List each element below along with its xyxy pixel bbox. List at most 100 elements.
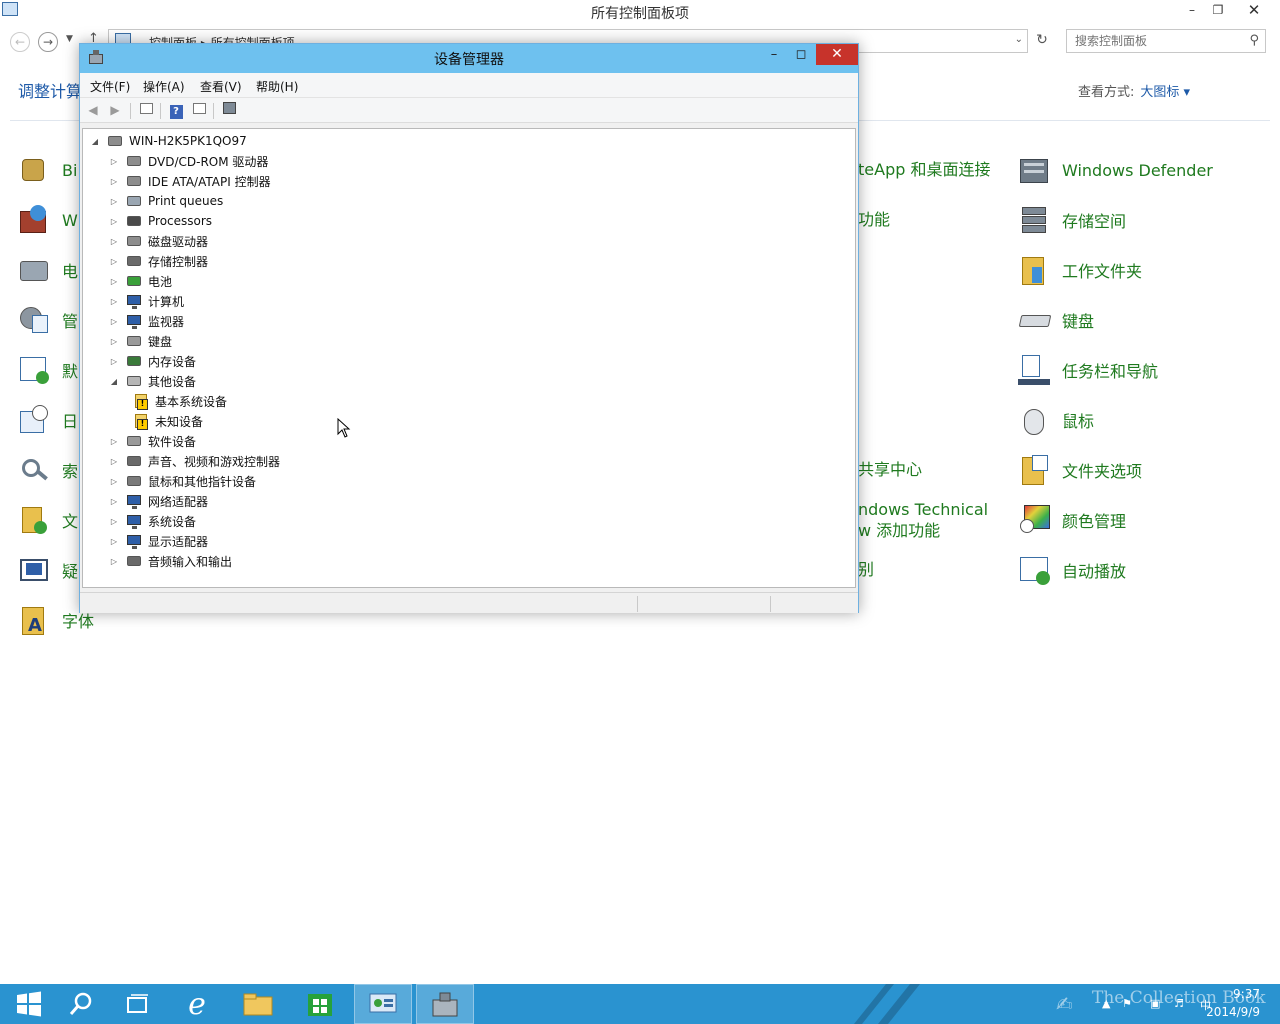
search-input[interactable] bbox=[1067, 30, 1237, 52]
cp-item-bitlocker[interactable]: Bi bbox=[18, 150, 77, 190]
expand-toggle-icon[interactable]: ▷ bbox=[108, 497, 120, 506]
tree-category-node[interactable]: ▷ 系统设备 bbox=[108, 511, 196, 531]
cp-item-mouse[interactable]: 鼠标 bbox=[1018, 400, 1094, 440]
cp-item-default-programs[interactable]: 默 bbox=[18, 350, 78, 390]
back-button[interactable]: ← bbox=[10, 32, 30, 52]
forward-button[interactable]: → bbox=[38, 32, 58, 52]
tree-category-node[interactable]: ▷ 监视器 bbox=[108, 311, 184, 331]
tree-category-node[interactable]: ▷ Print queues bbox=[108, 191, 223, 211]
cp-item-windows-technical-preview[interactable]: ndows Technical bbox=[858, 500, 988, 520]
expand-toggle-icon[interactable]: ▷ bbox=[108, 297, 120, 306]
tree-child-node[interactable]: 基本系统设备 bbox=[127, 391, 227, 411]
store-icon[interactable] bbox=[291, 984, 349, 1024]
tree-root[interactable]: ◢ WIN-H2K5PK1QO97 bbox=[89, 131, 247, 151]
menu-help[interactable]: 帮助(H) bbox=[256, 78, 298, 95]
expand-toggle-icon[interactable]: ▷ bbox=[108, 277, 120, 286]
view-by-dropdown[interactable]: 大图标 ▾ bbox=[1140, 85, 1190, 100]
cp-item-storage-spaces[interactable]: 存储空间 bbox=[1018, 200, 1126, 240]
expand-toggle-icon[interactable]: ▷ bbox=[108, 557, 120, 566]
cp-item-keyboard[interactable]: 键盘 bbox=[1018, 300, 1094, 340]
device-manager-window[interactable]: 设备管理器 – ◻ ✕ 文件(F) 操作(A) 查看(V) 帮助(H) ◀ ▶ … bbox=[79, 43, 859, 613]
cp-item-network-sharing[interactable]: 共享中心 bbox=[858, 460, 922, 480]
tree-child-node[interactable]: 未知设备 bbox=[127, 411, 203, 431]
cp-item-troubleshooting[interactable]: 疑 bbox=[18, 550, 78, 590]
show-hide-console-tree-icon[interactable] bbox=[137, 102, 155, 119]
dm-maximize-button[interactable]: ◻ bbox=[788, 46, 814, 66]
cp-item-admin-tools[interactable]: 管 bbox=[18, 300, 78, 340]
menu-file[interactable]: 文件(F) bbox=[90, 78, 130, 95]
expand-toggle-icon[interactable]: ◢ bbox=[89, 137, 101, 146]
cp-item-autoplay[interactable]: 自动播放 bbox=[1018, 550, 1126, 590]
refresh-button[interactable]: ↻ bbox=[1030, 29, 1054, 53]
tree-category-node[interactable]: ▷ Processors bbox=[108, 211, 212, 231]
minimize-button[interactable]: – bbox=[1178, 0, 1206, 20]
tree-category-node[interactable]: ▷ 鼠标和其他指针设备 bbox=[108, 471, 256, 491]
expand-toggle-icon[interactable]: ▷ bbox=[108, 517, 120, 526]
cp-item-date-time[interactable]: 日 bbox=[18, 400, 78, 440]
cp-item-firewall[interactable]: W bbox=[18, 200, 78, 240]
cp-item-remoteapp[interactable]: teApp 和桌面连接 bbox=[858, 160, 990, 180]
cp-item-add-features[interactable]: w 添加功能 bbox=[858, 521, 940, 541]
properties-pane-icon[interactable] bbox=[190, 102, 208, 119]
expand-toggle-icon[interactable]: ▷ bbox=[108, 317, 120, 326]
tree-category-node[interactable]: ▷ 网络适配器 bbox=[108, 491, 208, 511]
tree-category-node[interactable]: ▷ DVD/CD-ROM 驱动器 bbox=[108, 151, 269, 171]
address-dropdown-chevron-icon[interactable]: ⌄ bbox=[1015, 34, 1023, 45]
expand-toggle-icon[interactable]: ◢ bbox=[108, 377, 120, 386]
tree-category-node[interactable]: ▷ 声音、视频和游戏控制器 bbox=[108, 451, 280, 471]
tree-category-node[interactable]: ▷ 存储控制器 bbox=[108, 251, 208, 271]
search-box[interactable]: ⚲ bbox=[1066, 29, 1266, 53]
expand-toggle-icon[interactable]: ▷ bbox=[108, 157, 120, 166]
cp-item-taskbar-navigation[interactable]: 任务栏和导航 bbox=[1018, 350, 1158, 390]
forward-arrow-icon[interactable]: ▶ bbox=[106, 102, 124, 119]
tree-category-node[interactable]: ▷ 磁盘驱动器 bbox=[108, 231, 208, 251]
cp-item-windows-defender[interactable]: Windows Defender bbox=[1018, 150, 1213, 190]
tree-category-node[interactable]: ▷ 软件设备 bbox=[108, 431, 196, 451]
expand-toggle-icon[interactable]: ▷ bbox=[108, 537, 120, 546]
tree-category-node[interactable]: ▷ 电池 bbox=[108, 271, 172, 291]
dm-minimize-button[interactable]: – bbox=[761, 46, 787, 66]
expand-toggle-icon[interactable]: ▷ bbox=[108, 437, 120, 446]
cp-item-file-history[interactable]: 文 bbox=[18, 500, 78, 540]
expand-toggle-icon[interactable]: ▷ bbox=[108, 357, 120, 366]
restore-button[interactable]: ❐ bbox=[1204, 0, 1232, 20]
expand-toggle-icon[interactable]: ▷ bbox=[108, 237, 120, 246]
tree-category-node[interactable]: ▷ 内存设备 bbox=[108, 351, 196, 371]
control-panel-taskbar-button[interactable] bbox=[354, 984, 412, 1024]
dm-close-button[interactable]: ✕ bbox=[816, 44, 858, 65]
search-icon[interactable] bbox=[52, 984, 110, 1024]
device-tree[interactable]: ◢ WIN-H2K5PK1QO97 ▷ DVD/CD-ROM 驱动器 ▷ IDE AT… bbox=[82, 128, 856, 588]
tree-category-node[interactable]: ▷ 键盘 bbox=[108, 331, 172, 351]
cp-item-programs-features[interactable]: 功能 bbox=[858, 210, 890, 230]
expand-toggle-icon[interactable]: ▷ bbox=[108, 197, 120, 206]
file-explorer-icon[interactable] bbox=[229, 984, 287, 1024]
tree-category-node[interactable]: ▷ IDE ATA/ATAPI 控制器 bbox=[108, 171, 271, 191]
menu-action[interactable]: 操作(A) bbox=[143, 78, 185, 95]
expand-toggle-icon[interactable]: ▷ bbox=[108, 217, 120, 226]
start-button[interactable] bbox=[0, 984, 58, 1024]
help-icon[interactable]: ? bbox=[167, 102, 185, 119]
expand-toggle-icon[interactable]: ▷ bbox=[108, 337, 120, 346]
cp-item-folder-options[interactable]: 文件夹选项 bbox=[1018, 450, 1142, 490]
close-button[interactable]: ✕ bbox=[1240, 0, 1268, 20]
tree-category-node[interactable]: ▷ 显示适配器 bbox=[108, 531, 208, 551]
cp-item-indexing[interactable]: 索 bbox=[18, 450, 78, 490]
search-icon[interactable]: ⚲ bbox=[1249, 33, 1259, 48]
device-manager-taskbar-button[interactable] bbox=[416, 984, 474, 1024]
scan-hardware-icon[interactable] bbox=[220, 102, 238, 119]
tree-category-node[interactable]: ▷ 音频输入和输出 bbox=[108, 551, 232, 571]
tree-category-node[interactable]: ◢ 其他设备 bbox=[108, 371, 196, 391]
cp-item-phone-modem[interactable]: 电 bbox=[18, 250, 78, 290]
tree-category-node[interactable]: ▷ 计算机 bbox=[108, 291, 184, 311]
expand-toggle-icon[interactable]: ▷ bbox=[108, 457, 120, 466]
expand-toggle-icon[interactable]: ▷ bbox=[108, 177, 120, 186]
internet-explorer-icon[interactable]: e bbox=[168, 984, 226, 1024]
cp-item-color-management[interactable]: 颜色管理 bbox=[1018, 500, 1126, 540]
menu-view[interactable]: 查看(V) bbox=[200, 78, 242, 95]
expand-toggle-icon[interactable]: ▷ bbox=[108, 257, 120, 266]
cp-item-work-folders[interactable]: 工作文件夹 bbox=[1018, 250, 1142, 290]
back-arrow-icon[interactable]: ◀ bbox=[84, 102, 102, 119]
task-view-icon[interactable] bbox=[108, 984, 166, 1024]
recent-locations-chevron-icon[interactable]: ▼ bbox=[66, 34, 73, 44]
expand-toggle-icon[interactable]: ▷ bbox=[108, 477, 120, 486]
